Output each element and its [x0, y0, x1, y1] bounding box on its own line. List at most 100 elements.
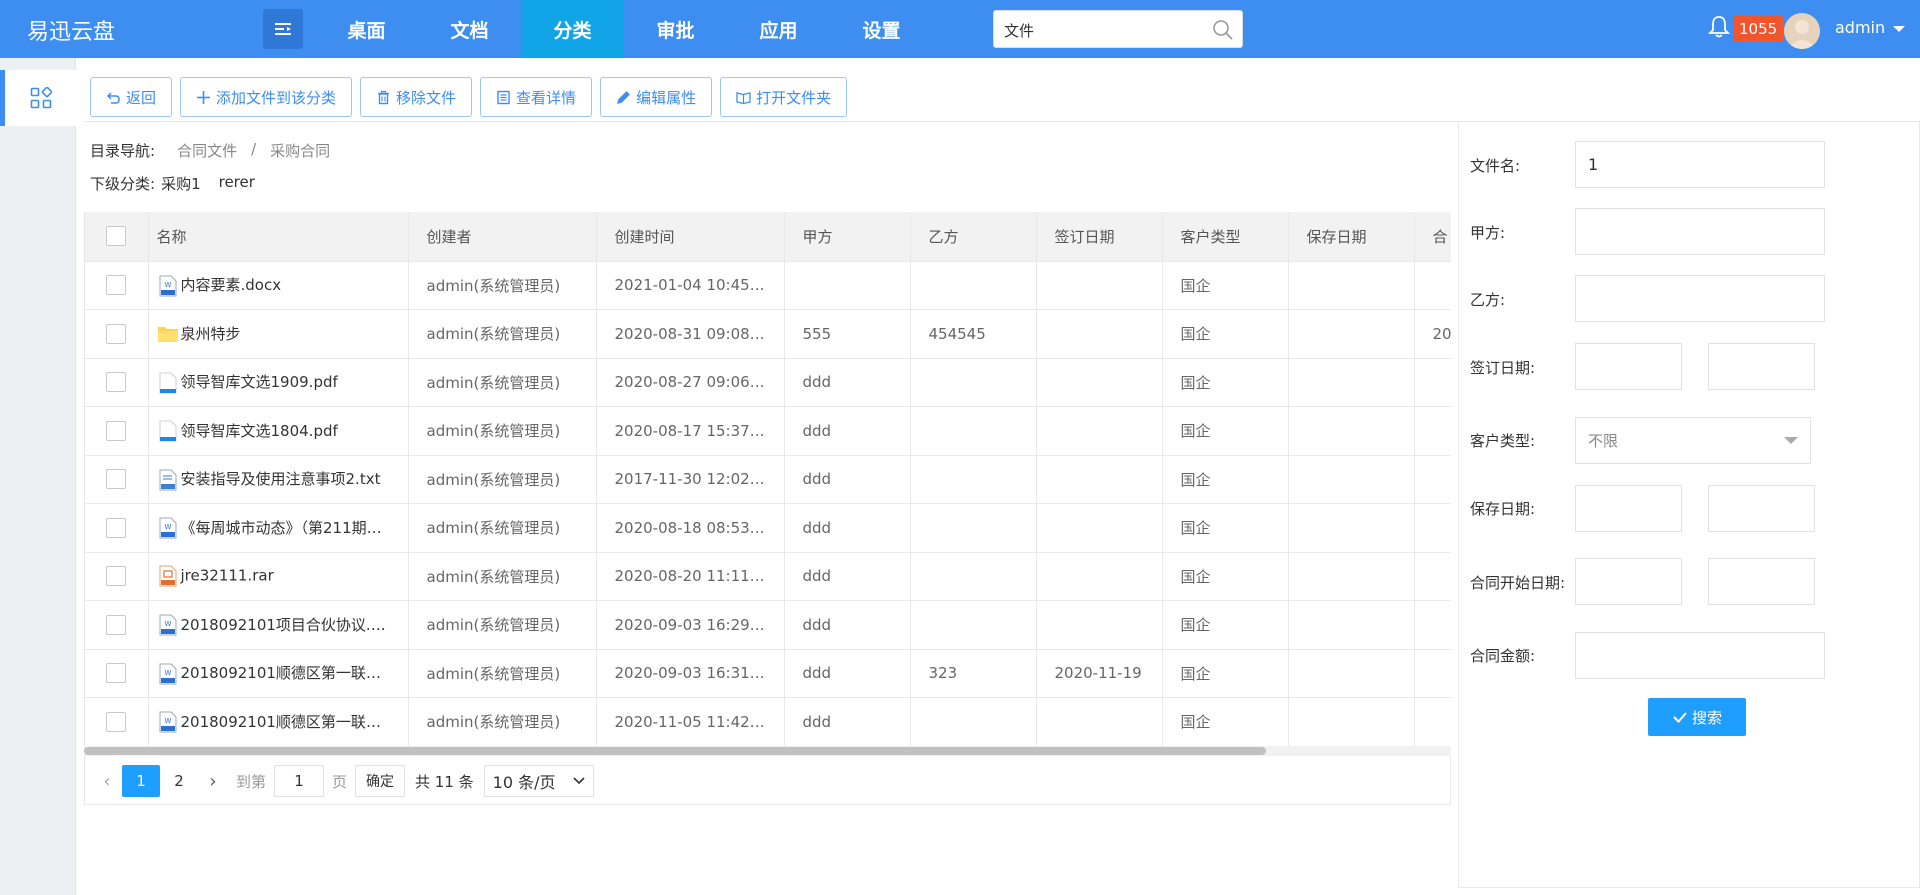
file-name[interactable]: 2018092101顺德区第一联围伦... — [181, 664, 408, 682]
table-row[interactable]: 泉州特步 admin(系统管理员) 2020-08-31 09:08:39 555 45… — [85, 309, 1451, 359]
open-folder-button[interactable]: 打开文件夹 — [720, 77, 848, 117]
file-name[interactable]: 泉州特步 — [181, 325, 241, 343]
table-row[interactable]: W 内容要素.docx admin(系统管理员) 2021-01-04 10:45:3… — [85, 261, 1451, 310]
goto-confirm-button[interactable]: 确定 — [355, 765, 406, 797]
table-row[interactable]: 领导智库文选1804.pdf admin(系统管理员) 2020-08-17 15:… — [85, 406, 1451, 456]
signed-date-end-input[interactable] — [1708, 343, 1815, 390]
nav-approval[interactable]: 审批 — [624, 0, 727, 58]
sidebar-item-categories[interactable] — [0, 70, 76, 126]
table-row[interactable]: W 2018092101顺德区第一联围伦... admin(系统管理员) 2020-0… — [85, 649, 1451, 698]
contract-start-to-input[interactable] — [1708, 558, 1815, 605]
cell-created: 2020-08-18 08:53:04 — [596, 503, 785, 553]
table-row[interactable]: jre32111.rar admin(系统管理员) 2020-08-20 11:11… — [85, 552, 1451, 601]
row-checkbox[interactable] — [106, 469, 127, 490]
party-a-input[interactable] — [1575, 208, 1825, 255]
column-header[interactable]: 创建者 — [408, 212, 597, 262]
breadcrumb-item[interactable]: 采购合同 — [270, 140, 330, 161]
party-b-input[interactable] — [1575, 275, 1825, 322]
file-name[interactable]: jre32111.rar — [181, 567, 274, 585]
column-header[interactable]: 名称 — [148, 212, 409, 262]
file-name-cell[interactable]: W 内容要素.docx — [148, 261, 409, 310]
file-name[interactable]: 领导智库文选1909.pdf — [181, 373, 338, 391]
file-name[interactable]: 2018092101项目合伙协议.docx — [181, 616, 407, 634]
nav-documents[interactable]: 文档 — [418, 0, 521, 58]
column-header[interactable]: 合 — [1414, 212, 1451, 262]
row-checkbox[interactable] — [106, 566, 127, 587]
subcategory-link[interactable]: 采购1 — [161, 173, 201, 194]
column-header[interactable]: 创建时间 — [596, 212, 785, 262]
file-name-cell[interactable]: W 2018092101顺德区第一联围伦... — [148, 649, 409, 698]
app-logo[interactable]: 易迅云盘 — [27, 14, 115, 46]
customer-type-select[interactable]: 不限 — [1575, 417, 1811, 464]
table-row[interactable]: W 《每周城市动态》（第211期）... admin(系统管理员) 2020-08-1… — [85, 503, 1451, 553]
row-checkbox[interactable] — [106, 663, 127, 684]
avatar[interactable] — [1784, 13, 1820, 49]
row-checkbox[interactable] — [106, 420, 127, 441]
column-header[interactable]: 签订日期 — [1036, 212, 1163, 262]
page-button[interactable]: 2 — [160, 765, 198, 797]
column-header[interactable]: 客户类型 — [1162, 212, 1289, 262]
select-all-checkbox[interactable] — [106, 226, 127, 247]
saved-date-end-input[interactable] — [1708, 485, 1815, 532]
nav-apps[interactable]: 应用 — [727, 0, 830, 58]
column-header[interactable]: 乙方 — [910, 212, 1037, 262]
user-menu-caret-icon[interactable] — [1893, 26, 1905, 32]
row-checkbox[interactable] — [106, 275, 127, 296]
saved-date-start-input[interactable] — [1575, 485, 1682, 532]
amount-input[interactable] — [1575, 632, 1825, 679]
row-checkbox[interactable] — [106, 323, 127, 344]
notification-badge[interactable]: 1055 — [1733, 16, 1784, 42]
nav-categories[interactable]: 分类 — [521, 0, 624, 58]
file-name-cell[interactable]: 泉州特步 — [148, 309, 409, 359]
table-row[interactable]: 领导智库文选1909.pdf admin(系统管理员) 2020-08-27 09:… — [85, 358, 1451, 407]
goto-page-input[interactable] — [274, 765, 325, 797]
table-row[interactable]: W 2018092101顺德区第一联围伦... admin(系统管理员) 2020-1… — [85, 697, 1451, 747]
edit-props-button[interactable]: 编辑属性 — [600, 77, 713, 117]
row-checkbox[interactable] — [106, 517, 127, 538]
filename-input[interactable]: 1 — [1575, 141, 1825, 188]
row-checkbox[interactable] — [106, 372, 127, 393]
page-size-select[interactable]: 10 条/页 — [483, 765, 594, 797]
horizontal-scrollbar-thumb[interactable] — [84, 747, 1266, 755]
column-header[interactable]: 保存日期 — [1288, 212, 1415, 262]
search-icon[interactable] — [1212, 19, 1234, 41]
row-checkbox[interactable] — [106, 711, 127, 732]
nav-desktop[interactable]: 桌面 — [315, 0, 418, 58]
column-header[interactable]: 甲方 — [784, 212, 911, 262]
file-name[interactable]: 2018092101顺德区第一联围伦... — [181, 713, 408, 731]
signed-date-start-input[interactable] — [1575, 343, 1682, 390]
svg-text:W: W — [164, 523, 171, 531]
menu-toggle-button[interactable] — [263, 9, 303, 49]
breadcrumb-item[interactable]: 合同文件 — [177, 140, 237, 161]
file-name[interactable]: 安装指导及使用注意事项2.txt — [181, 470, 381, 488]
bell-icon[interactable] — [1708, 15, 1730, 39]
row-checkbox[interactable] — [106, 614, 127, 635]
cell-creator: admin(系统管理员) — [408, 649, 597, 698]
file-name-cell[interactable]: W 2018092101顺德区第一联围伦... — [148, 697, 409, 747]
file-name-cell[interactable]: 安装指导及使用注意事项2.txt — [148, 455, 409, 504]
search-input[interactable] — [1004, 17, 1204, 43]
remove-file-button[interactable]: 移除文件 — [360, 77, 473, 117]
nav-settings[interactable]: 设置 — [830, 0, 933, 58]
file-name-cell[interactable]: jre32111.rar — [148, 552, 409, 601]
file-name-cell[interactable]: 领导智库文选1804.pdf — [148, 406, 409, 456]
file-name[interactable]: 内容要素.docx — [181, 276, 282, 294]
cell-extra — [1414, 455, 1451, 504]
subcategory-link[interactable]: rerer — [219, 173, 255, 194]
file-name[interactable]: 《每周城市动态》（第211期）... — [181, 519, 396, 537]
file-name-cell[interactable]: W 《每周城市动态》（第211期）... — [148, 503, 409, 553]
table-row[interactable]: 安装指导及使用注意事项2.txt admin(系统管理员) 2017-11-30 1… — [85, 455, 1451, 504]
file-name[interactable]: 领导智库文选1804.pdf — [181, 422, 338, 440]
file-name-cell[interactable]: W 2018092101项目合伙协议.docx — [148, 600, 409, 650]
add-file-button[interactable]: 添加文件到该分类 — [180, 77, 353, 117]
file-name-cell[interactable]: 领导智库文选1909.pdf — [148, 358, 409, 407]
prev-page-icon[interactable]: ‹ — [92, 765, 122, 797]
search-button[interactable]: 搜索 — [1648, 698, 1746, 736]
table-row[interactable]: W 2018092101项目合伙协议.docx admin(系统管理员) 2020-0… — [85, 600, 1451, 650]
back-button[interactable]: 返回 — [90, 77, 173, 117]
contract-start-from-input[interactable] — [1575, 558, 1682, 605]
next-page-icon[interactable]: › — [198, 765, 228, 797]
page-button[interactable]: 1 — [122, 765, 160, 797]
username[interactable]: admin — [1835, 18, 1885, 37]
view-detail-button[interactable]: 查看详情 — [480, 77, 593, 117]
